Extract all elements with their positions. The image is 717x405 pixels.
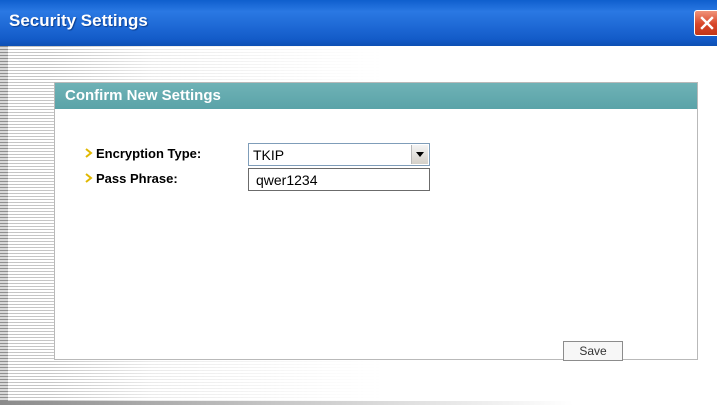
dropdown-button[interactable] [411, 145, 428, 164]
client-area: Confirm New Settings Encryption Type: TK… [0, 46, 717, 405]
save-button[interactable]: Save [563, 341, 623, 361]
left-edge-stripes [0, 46, 8, 405]
close-button[interactable] [694, 10, 717, 36]
panel-header: Confirm New Settings [55, 83, 697, 109]
pass-phrase-label: Pass Phrase: [96, 171, 178, 186]
confirm-settings-panel: Confirm New Settings Encryption Type: TK… [54, 82, 698, 361]
arrow-bullet-icon [85, 148, 93, 158]
pass-phrase-input[interactable] [248, 168, 430, 191]
security-settings-window: Security Settings Confirm New Settings E… [0, 0, 717, 405]
chevron-down-icon [416, 152, 424, 157]
encryption-type-value: TKIP [253, 147, 285, 163]
bottom-border [0, 401, 717, 405]
encryption-type-label: Encryption Type: [96, 146, 202, 161]
arrow-bullet-icon [85, 173, 93, 183]
panel-title: Confirm New Settings [65, 87, 221, 104]
window-title: Security Settings [9, 11, 148, 30]
encryption-type-select[interactable]: TKIP [248, 143, 430, 166]
title-bar[interactable]: Security Settings [0, 0, 717, 46]
close-icon [700, 16, 714, 30]
